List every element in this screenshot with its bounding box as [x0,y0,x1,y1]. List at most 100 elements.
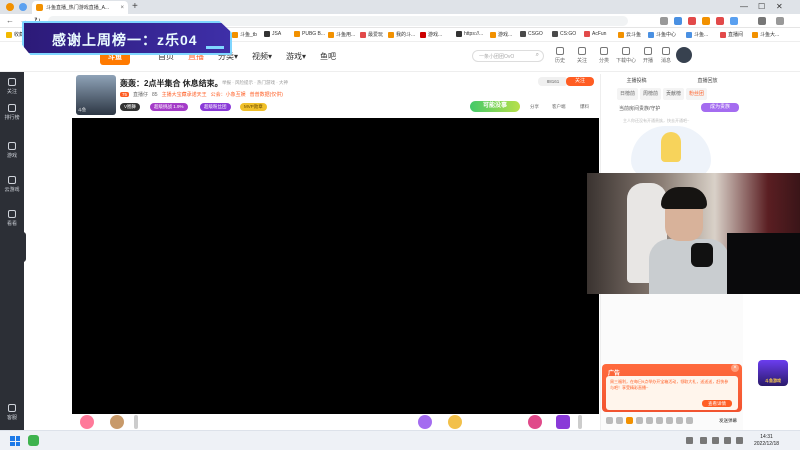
history-icon[interactable]: 历史 [550,47,570,64]
tab-fan-club[interactable]: 粉丝团 [686,88,708,100]
gift-icon[interactable] [528,415,542,429]
tool-icon[interactable] [656,417,663,424]
volume-icon[interactable] [736,437,743,444]
new-tab-button[interactable]: + [132,0,138,14]
tab-search-icon[interactable] [19,3,27,11]
bookmark-item[interactable]: 我的斗... [388,31,415,38]
extension-icon[interactable] [688,17,696,25]
download-icon[interactable]: 下载中心 [616,47,636,64]
tray-icon[interactable] [712,437,719,444]
nav-yuba[interactable]: 鱼吧 [320,51,336,62]
tab-daily-rank[interactable]: 日榜前 [617,88,639,100]
send-danmu-button[interactable]: 发送弹幕 [716,417,740,425]
minimize-button[interactable]: — [740,0,748,14]
become-noble-button[interactable]: 成为贵族 [701,103,739,112]
gift-icon[interactable] [110,415,124,429]
bookmark-item[interactable]: 游戏... [490,31,512,38]
bookmark-item[interactable]: JSA [264,31,281,37]
tray-chevron-icon[interactable] [686,437,693,444]
bookmark-item[interactable]: AcFun [584,31,606,37]
bookmark-item[interactable]: 斗鱼_tb [232,31,257,38]
maximize-button[interactable]: ☐ [758,0,765,14]
gift-icon[interactable] [556,415,570,429]
extension-icon[interactable] [702,17,710,25]
gift-scroll-icon[interactable] [134,415,138,429]
sidebar-item-watch[interactable]: 看看 [0,210,24,227]
bookmark-item[interactable]: https://... [456,31,483,37]
back-button[interactable]: ← [6,14,14,28]
follow-button[interactable]: 关注 [566,77,594,86]
user-avatar[interactable] [676,47,692,63]
vip-pill[interactable]: V圈舞 [120,103,141,111]
event-badge[interactable]: 可能没事 [470,101,520,112]
sidebar-item-service[interactable]: 客服 [0,404,24,421]
bookmark-item[interactable]: PUBG B... [294,31,325,37]
sidebar-item-follow[interactable]: 关注 [0,78,24,95]
game-badge[interactable]: 斗鱼游戏 [758,360,788,386]
tool-icon[interactable] [626,417,633,424]
sidebar-item-cloudgame[interactable]: 云游戏 [0,176,24,193]
video-player[interactable] [72,118,599,414]
search-input[interactable]: 一条小团团OvO ⌕ [472,50,544,62]
tray-icon[interactable] [700,437,707,444]
emoji-icon[interactable] [606,417,613,424]
bookmark-item[interactable]: 斗鱼用... [328,31,355,38]
report-button[interactable]: 爆料 [580,104,589,110]
bookmark-item[interactable]: 云斗鱼 [618,31,641,38]
tool-icon[interactable] [646,417,653,424]
wifi-icon[interactable] [724,437,731,444]
tool-icon[interactable] [666,417,673,424]
close-window-button[interactable]: ✕ [776,0,783,14]
ad-close-icon[interactable]: × [731,364,739,372]
extension-icon[interactable] [730,17,738,25]
ad-detail-button[interactable]: 查看详情 [702,400,732,407]
streamer-avatar[interactable]: 斗鱼 [76,75,116,115]
extension-icon[interactable] [660,17,668,25]
follow-icon[interactable]: 关注 [572,47,592,64]
app-icon[interactable] [28,435,39,446]
tool-icon[interactable] [676,417,683,424]
bookmark-item[interactable]: 游戏... [420,31,442,38]
bookmark-item[interactable]: CSGO [520,31,543,37]
nav-game[interactable]: 游戏▾ [286,51,306,62]
bookmark-item[interactable]: CS:GO [552,31,576,37]
fan-club-pill[interactable]: 超级粉丝团 [200,103,231,111]
message-icon[interactable]: 消息 [656,47,676,64]
broadcast-icon[interactable]: 开播 [638,47,658,64]
tool-icon[interactable] [686,417,693,424]
windows-start-icon[interactable] [10,436,20,446]
bookmark-item[interactable]: 斗鱼大... [752,31,779,38]
settings-icon[interactable] [776,17,784,25]
bookmark-item[interactable]: 收藏 [6,31,24,38]
gift-icon[interactable] [418,415,432,429]
gift-scroll-icon[interactable] [578,415,582,429]
gift-icon[interactable] [448,415,462,429]
browser-tab-active[interactable]: 斗鱼直播_热门游戏直播_A... × [32,1,128,14]
sidebar-collapse-handle[interactable] [20,232,26,262]
mvp-pill[interactable]: MVP勋章 [240,103,267,111]
category-icon[interactable]: 分类 [594,47,614,64]
bookmark-item[interactable]: 斗鱼中心 [648,31,676,38]
tab-replay[interactable]: 直播回放 [672,74,743,88]
bookmark-item[interactable]: 斗鱼... [686,31,708,38]
gift-icon[interactable] [80,415,94,429]
tab-weekly-rank[interactable]: 周榜前 [640,88,662,100]
share-button[interactable]: 分享 [530,104,539,110]
tab-close-icon[interactable]: × [120,5,124,11]
tab-host-posts[interactable]: 主播投稿 [601,74,672,88]
bookmark-item[interactable]: 最爱玩 [360,31,383,38]
extension-icon[interactable] [716,17,724,25]
tool-icon[interactable] [636,417,643,424]
challenge-pill[interactable]: 超级挑战 1.9% [150,103,188,111]
sidebar-item-rank[interactable]: 排行榜 [0,104,24,121]
menu-icon[interactable] [758,17,766,25]
nav-video[interactable]: 视频▾ [252,51,272,62]
tool-icon[interactable] [616,417,623,424]
sidebar-item-game[interactable]: 游戏 [0,142,24,159]
tab-contribution[interactable]: 贡献榜 [663,88,685,100]
extension-icon[interactable] [674,17,682,25]
clock[interactable]: 14:31 2022/12/18 [754,434,779,448]
client-button[interactable]: 客户端 [552,104,566,110]
search-icon[interactable]: ⌕ [536,52,539,59]
bookmark-item[interactable]: 直播间 [720,31,743,38]
